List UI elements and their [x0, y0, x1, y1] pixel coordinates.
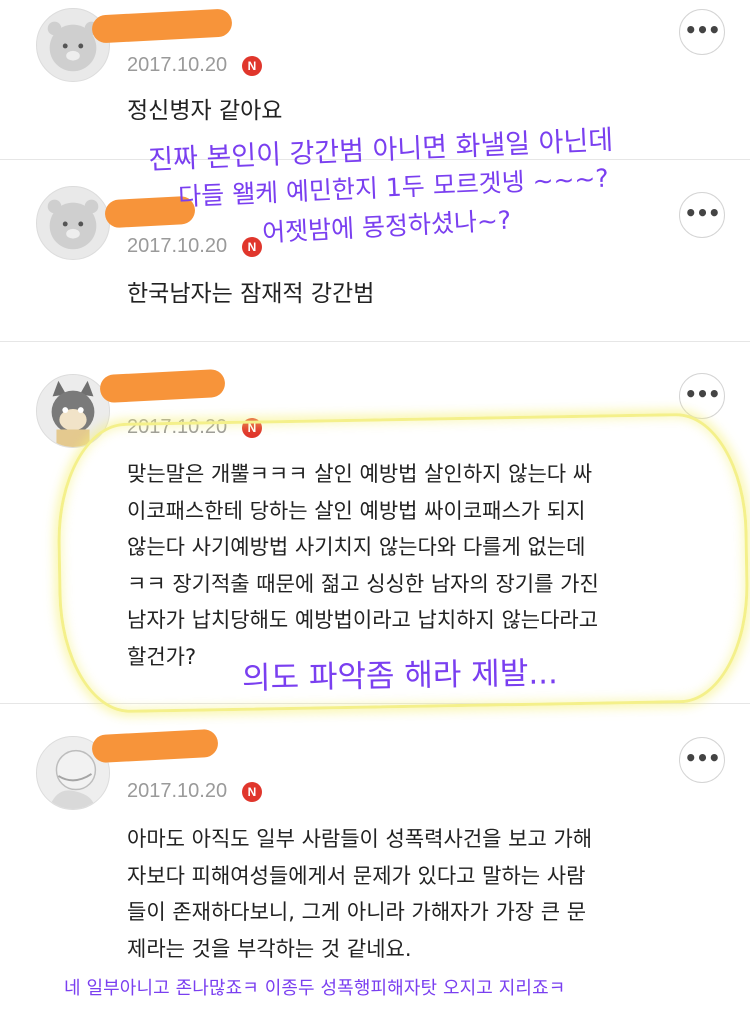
comment-line: 한국남자는 잠재적 강간범	[127, 281, 375, 307]
comment-date: 2017.10.20	[127, 235, 228, 257]
annotation-bottom: 네 일부아니고 존나많죠ㅋ 이종두 성폭행피해자탓 오지고 지리죠ㅋ	[64, 978, 566, 999]
more-options-button[interactable]: •••	[679, 9, 725, 55]
new-badge: N	[242, 237, 262, 257]
avatar[interactable]	[36, 186, 110, 260]
comment-text: 한국남자는 잠재적 강간범	[127, 276, 374, 312]
new-badge: N	[242, 782, 262, 802]
bear-avatar-icon	[47, 199, 99, 250]
comment-text: 아마도 아직도 일부 사람들이 성폭력사건을 보고 가해 자보다 피해여성들에게…	[127, 821, 592, 967]
comment-line: 자보다 피해여성들에게서 문제가 있다고 말하는 사람	[127, 863, 586, 888]
comment-line: 아마도 아직도 일부 사람들이 성폭력사건을 보고 가해	[127, 827, 593, 851]
more-options-button[interactable]: •••	[679, 192, 725, 238]
comment-4: 2017.10.20 N ••• 아마도 아직도 일부 사람들이 성폭력사건을 …	[0, 704, 750, 1019]
redacted-username	[91, 728, 219, 764]
annotation-middle: 의도 파악좀 해라 제발...	[241, 655, 559, 697]
more-options-button[interactable]: •••	[679, 737, 725, 783]
redacted-username	[99, 368, 226, 404]
comment-text: 정신병자 같아요	[127, 93, 282, 129]
redacted-username	[91, 8, 233, 44]
comment-date: 2017.10.20	[127, 780, 228, 802]
comment-line: 정신병자 같아요	[127, 98, 283, 124]
new-badge: N	[242, 56, 262, 76]
comment-line: 제라는 것을 부각하는 것 같네요.	[127, 936, 412, 961]
comment-date: 2017.10.20	[127, 54, 228, 76]
comment-line: 들이 존재하다보니, 그게 아니라 가해자가 가장 큰 문	[127, 900, 587, 924]
more-options-button[interactable]: •••	[679, 373, 725, 419]
